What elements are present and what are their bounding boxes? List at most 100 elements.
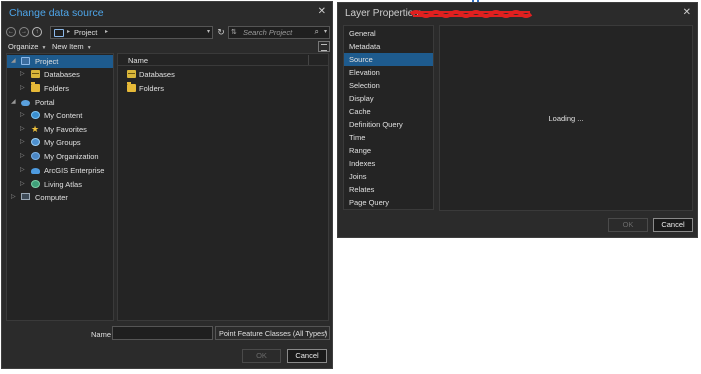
favorites-star-icon: ★ [31,124,40,134]
refresh-icon[interactable]: ↻ [215,26,227,39]
expand-icon[interactable]: ▷ [20,84,25,91]
cancel-button[interactable]: Cancel [653,218,693,232]
path-next-arrow-icon[interactable]: ▸ [105,28,108,35]
organize-menu[interactable]: Organize ▼ [8,42,46,51]
dialog-title-bar[interactable]: Layer Properties: ✕ [338,3,697,25]
tree-item-label: My Groups [44,138,81,147]
nav-item-label: Time [349,133,366,142]
search-icon[interactable]: ⌕ [315,27,319,37]
tree-item-my-favorites[interactable]: ▷ ★ My Favorites [7,123,113,136]
nav-item-relates[interactable]: Relates [344,183,433,196]
tree-item-portal[interactable]: ◢ Portal [7,96,113,109]
column-header-name[interactable]: Name [118,54,328,66]
nav-item-label: Cache [349,107,371,116]
tree-item-my-groups[interactable]: ▷ My Groups [7,136,113,149]
nav-item-page-query[interactable]: Page Query [344,196,433,209]
list-item-label: Folders [139,84,165,93]
folder-icon [31,82,40,92]
nav-item-label: Relates [349,185,375,194]
database-icon [31,70,40,78]
computer-icon [21,193,30,200]
nav-item-selection[interactable]: Selection [344,79,433,92]
portal-icon [21,100,30,106]
content-list: Name Databases Folders [117,53,329,321]
expand-icon[interactable]: ▷ [11,193,16,200]
nav-item-range[interactable]: Range [344,144,433,157]
nav-item-elevation[interactable]: Elevation [344,66,433,79]
path-current[interactable]: Project [74,28,97,37]
expand-icon[interactable]: ▷ [20,180,25,187]
tree-item-arcgis-enterprise[interactable]: ▷ ArcGIS Enterprise [7,164,113,177]
nav-item-label: Selection [349,81,380,90]
tree-item-label: Living Atlas [44,180,82,189]
tree-item-my-content[interactable]: ▷ My Content [7,109,113,122]
type-filter-value: Point Feature Classes (All Types) [219,329,328,338]
tree-item-living-atlas[interactable]: ▷ Living Atlas [7,178,113,191]
location-path-box[interactable]: ▸ Project ▸ ▾ [50,26,213,39]
expand-icon[interactable]: ▷ [20,166,25,173]
nav-item-general[interactable]: General [344,27,433,40]
column-divider[interactable] [308,55,309,65]
expand-icon[interactable]: ▷ [20,152,25,159]
groups-icon [31,138,40,146]
expand-icon[interactable]: ▷ [20,125,25,132]
ok-button[interactable]: OK [242,349,281,363]
tree-item-databases[interactable]: ▷ Databases [7,68,113,81]
up-arrow-icon[interactable]: ↑ [32,27,42,37]
column-header-label: Name [128,56,149,65]
tree-item-label: My Content [44,111,83,120]
nav-item-indexes[interactable]: Indexes [344,157,433,170]
nav-item-label: Joins [349,172,367,181]
list-item-databases[interactable]: Databases [118,68,328,81]
view-toggle-icon[interactable] [318,41,330,52]
tree-item-label: Project [35,57,59,66]
nav-item-source[interactable]: Source [344,53,433,66]
collapse-icon[interactable]: ◢ [11,98,16,105]
navigation-tree: ◢ Project ▷ Databases ▷ Folders ◢ Portal… [6,53,114,321]
nav-item-label: Source [349,55,373,64]
nav-item-label: Indexes [349,159,376,168]
ok-button[interactable]: OK [608,218,648,232]
path-dropdown-icon[interactable]: ▾ [207,28,210,35]
nav-item-time[interactable]: Time [344,131,433,144]
tree-item-label: Folders [44,84,70,93]
search-options-icon[interactable]: ⇅ [231,28,237,36]
properties-nav-list: General Metadata Source Elevation Select… [343,25,434,210]
enterprise-cloud-icon [31,168,40,174]
collapse-icon[interactable]: ◢ [11,57,16,64]
nav-item-label: Display [349,94,374,103]
nav-item-joins[interactable]: Joins [344,170,433,183]
name-field-label: Name [91,330,112,339]
search-dropdown-icon[interactable]: ▾ [324,28,327,35]
back-arrow-icon[interactable]: ← [6,27,16,37]
forward-arrow-icon[interactable]: → [19,27,29,37]
new-item-menu[interactable]: New Item ▼ [52,42,92,51]
nav-item-cache[interactable]: Cache [344,105,433,118]
nav-item-label: Range [349,146,372,155]
search-input[interactable]: ⇅ Search Project ⌕ ▾ [228,26,330,39]
tree-item-project[interactable]: ◢ Project [7,55,113,68]
tree-item-my-organization[interactable]: ▷ My Organization [7,150,113,163]
list-item-label: Databases [139,70,175,79]
database-icon [127,70,136,78]
cancel-button[interactable]: Cancel [287,349,327,363]
tree-item-computer[interactable]: ▷ Computer [7,191,113,204]
nav-item-metadata[interactable]: Metadata [344,40,433,53]
type-filter-select[interactable]: Point Feature Classes (All Types) ▾ [215,326,330,340]
project-icon [21,57,30,65]
dialog-title-bar[interactable]: Change data source ✕ [2,2,332,24]
nav-item-display[interactable]: Display [344,92,433,105]
close-icon[interactable]: ✕ [683,7,691,18]
name-field[interactable] [112,326,213,340]
new-item-label: New Item [52,42,84,51]
content-globe-icon [31,111,40,119]
nav-item-definition-query[interactable]: Definition Query [344,118,433,131]
close-icon[interactable]: ✕ [318,6,326,17]
expand-icon[interactable]: ▷ [20,70,25,77]
expand-icon[interactable]: ▷ [20,138,25,145]
list-item-folders[interactable]: Folders [118,82,328,95]
tree-item-folders[interactable]: ▷ Folders [7,82,113,95]
path-separator-icon: ▸ [67,29,71,35]
expand-icon[interactable]: ▷ [20,111,25,118]
navigation-bar: ← → ↑ ▸ Project ▸ ▾ ↻ ⇅ Search Project ⌕… [6,26,330,40]
